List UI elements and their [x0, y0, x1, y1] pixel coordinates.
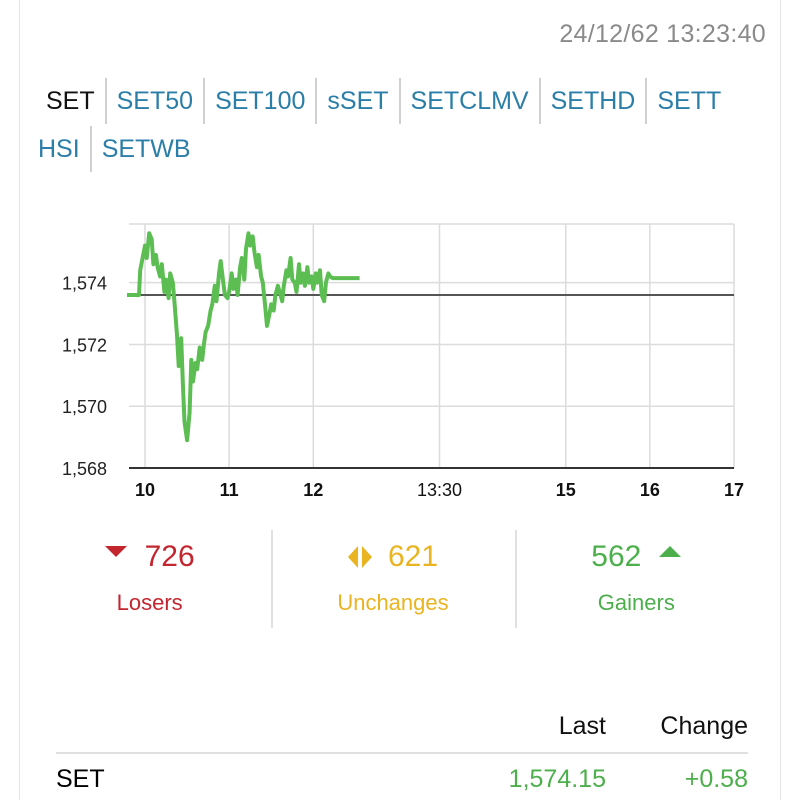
index-tabs: SET SET50 SET100 sSET SETCLMV SETHD SETT… [36, 78, 756, 174]
tab-setwb[interactable]: SETWB [92, 126, 201, 172]
unchanged-stat[interactable]: 621 Unchanges [271, 530, 514, 630]
unchanged-label: Unchanges [337, 590, 449, 615]
tab-set50[interactable]: SET50 [107, 78, 206, 124]
tab-sethd[interactable]: SETHD [541, 78, 648, 124]
left-triangle-icon [347, 546, 358, 568]
row-change: +0.58 [684, 764, 748, 793]
tab-row-2: HSI SETWB [36, 126, 756, 172]
table-row[interactable]: SET 1,574.15 +0.58 [56, 754, 748, 804]
unchanged-count: 621 [387, 540, 439, 573]
x-tick-label: 12 [303, 480, 323, 500]
table-header: Last Change [56, 700, 748, 754]
header-change: Change [660, 711, 748, 740]
x-tick-label: 10 [135, 480, 155, 500]
gainers-count: 562 [591, 540, 642, 573]
header-last: Last [558, 711, 606, 740]
chart-svg: 1,574 1,572 1,570 1,568 10 11 12 13:30 15 16 17 [62, 223, 744, 500]
losers-label: Losers [116, 590, 183, 615]
tab-row-1: SET SET50 SET100 sSET SETCLMV SETHD SETT [36, 78, 756, 124]
y-tick-label: 1,574 [62, 274, 107, 294]
gainers-stat[interactable]: 562 Gainers [514, 530, 758, 630]
tab-hsi[interactable]: HSI [36, 126, 92, 172]
market-breadth: 726 Losers 621 Unchanges 562 Gainers [28, 530, 758, 630]
series-line [127, 231, 360, 443]
row-name: SET [56, 764, 105, 793]
x-tick-label: 11 [220, 480, 239, 500]
x-tick-label: 17 [724, 480, 744, 500]
gainers-label: Gainers [597, 590, 675, 615]
tab-set[interactable]: SET [36, 78, 107, 124]
timestamp: 24/12/62 13:23:40 [559, 20, 766, 48]
y-tick-label: 1,570 [62, 397, 107, 417]
x-tick-label: 15 [556, 480, 576, 500]
x-tick-label: 13:30 [417, 480, 462, 500]
y-tick-label: 1,568 [62, 459, 107, 479]
tab-sett[interactable]: SETT [647, 78, 731, 124]
losers-stat[interactable]: 726 Losers [28, 530, 271, 630]
down-triangle-icon [104, 545, 127, 557]
x-tick-label: 16 [640, 480, 660, 500]
index-table: Last Change SET 1,574.15 +0.58 [56, 700, 748, 804]
row-last: 1,574.15 [508, 764, 606, 793]
y-tick-label: 1,572 [62, 335, 107, 355]
tab-set100[interactable]: SET100 [205, 78, 318, 124]
up-triangle-icon [659, 545, 682, 557]
tab-setclmv[interactable]: SETCLMV [401, 78, 541, 124]
losers-count: 726 [144, 540, 195, 573]
intraday-chart: 1,574 1,572 1,570 1,568 10 11 12 13:30 15 16 17 [0, 210, 800, 510]
tab-sset[interactable]: sSET [317, 78, 401, 124]
right-triangle-icon [361, 546, 372, 568]
